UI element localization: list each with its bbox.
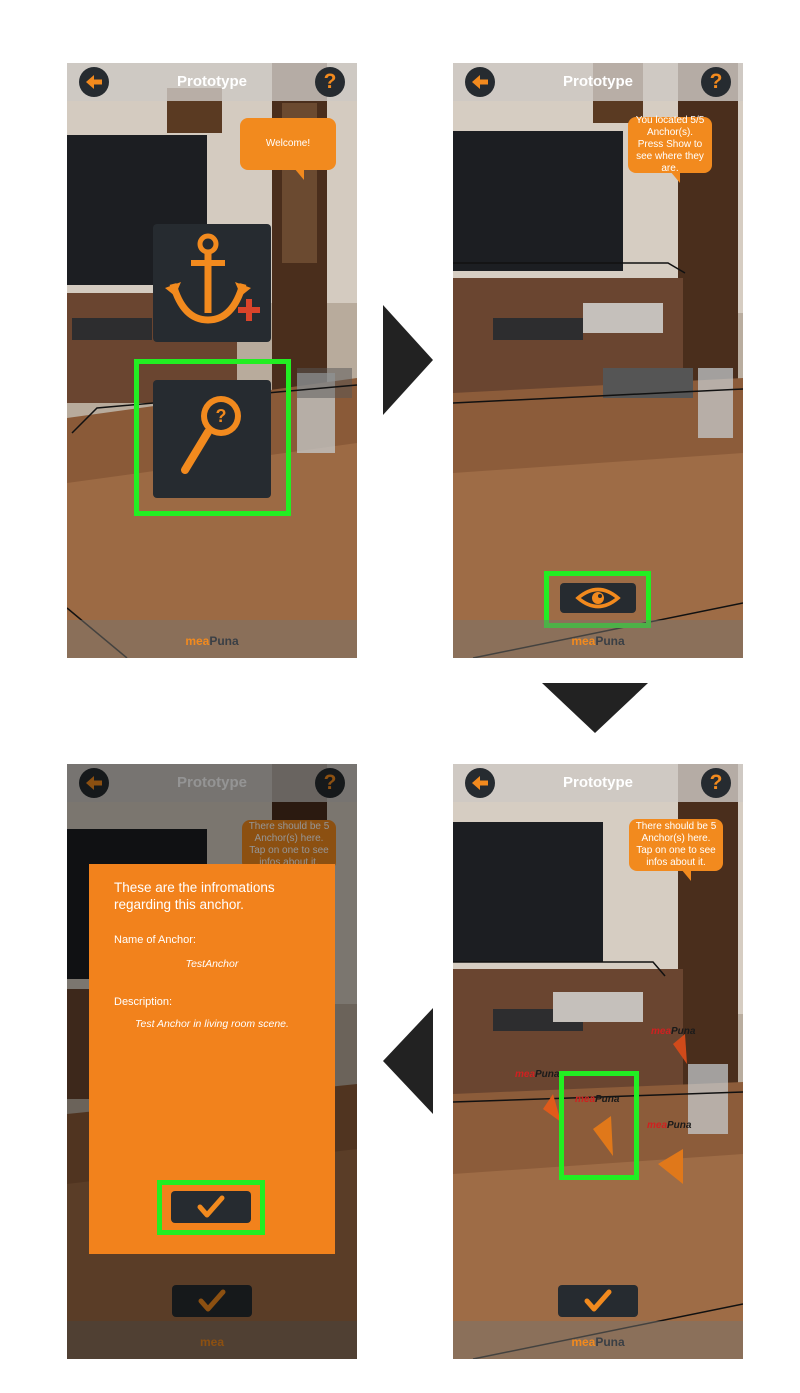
brand-logo: meaPuna (185, 634, 239, 648)
bottom-bar: meaPuna (67, 620, 357, 658)
screen-anchor-info: Prototype ? There should be 5 Anchor(s) … (67, 764, 357, 1359)
speech-bubble: Welcome! (240, 118, 336, 180)
flow-arrow-left-icon (383, 1008, 433, 1114)
page-title: Prototype (562, 774, 633, 791)
screen-located: Prototype ? You located 5/5 Anchor(s). P… (453, 63, 743, 658)
anchor-info-dialog: These are the infromations regarding thi… (89, 864, 335, 1254)
top-bar: Prototype ? (453, 63, 743, 101)
screen-show-anchors: Prototype ? There should be 5 Anchor(s) … (453, 764, 743, 1359)
help-button[interactable]: ? (315, 67, 345, 97)
dialog-heading: These are the infromations regarding thi… (114, 880, 275, 912)
anchor-name-label: Name of Anchor: (114, 934, 196, 946)
page-title: Prototype (176, 73, 247, 90)
anchor-marker[interactable]: meaPuna (515, 1069, 559, 1080)
highlight-box (134, 359, 291, 516)
confirm-button[interactable] (558, 1285, 638, 1317)
anchor-marker[interactable]: meaPuna (651, 1026, 695, 1037)
add-anchor-button[interactable] (153, 224, 271, 342)
anchor-description-label: Description: (114, 996, 173, 1008)
page-title: Prototype (562, 73, 633, 90)
flow-arrow-down-icon (542, 683, 648, 733)
anchor-description-value: Test Anchor in living room scene. (135, 1018, 289, 1030)
anchor-marker[interactable]: meaPuna (647, 1120, 691, 1131)
help-button[interactable]: ? (701, 67, 731, 97)
highlight-box (157, 1180, 265, 1235)
top-bar: Prototype ? (453, 764, 743, 802)
screen-welcome: Prototype ? Welcome! ? meaPuna (67, 63, 357, 658)
anchor-name-value: TestAnchor (185, 958, 239, 970)
brand-logo: meaPuna (571, 634, 625, 648)
bottom-bar: meaPuna (453, 620, 743, 658)
speech-bubble: There should be 5 Anchor(s) here. Tap on… (629, 819, 723, 881)
top-bar: Prototype ? (67, 63, 357, 101)
brand-logo: meaPuna (571, 1335, 625, 1349)
highlight-box (559, 1071, 639, 1180)
help-button[interactable]: ? (701, 768, 731, 798)
anchor-plus-icon (165, 233, 260, 324)
check-icon (584, 1289, 612, 1312)
speech-bubble: You located 5/5 Anchor(s). Press Show to… (628, 115, 712, 183)
flow-arrow-right-icon (383, 305, 433, 415)
bottom-bar: meaPuna (453, 1321, 743, 1359)
